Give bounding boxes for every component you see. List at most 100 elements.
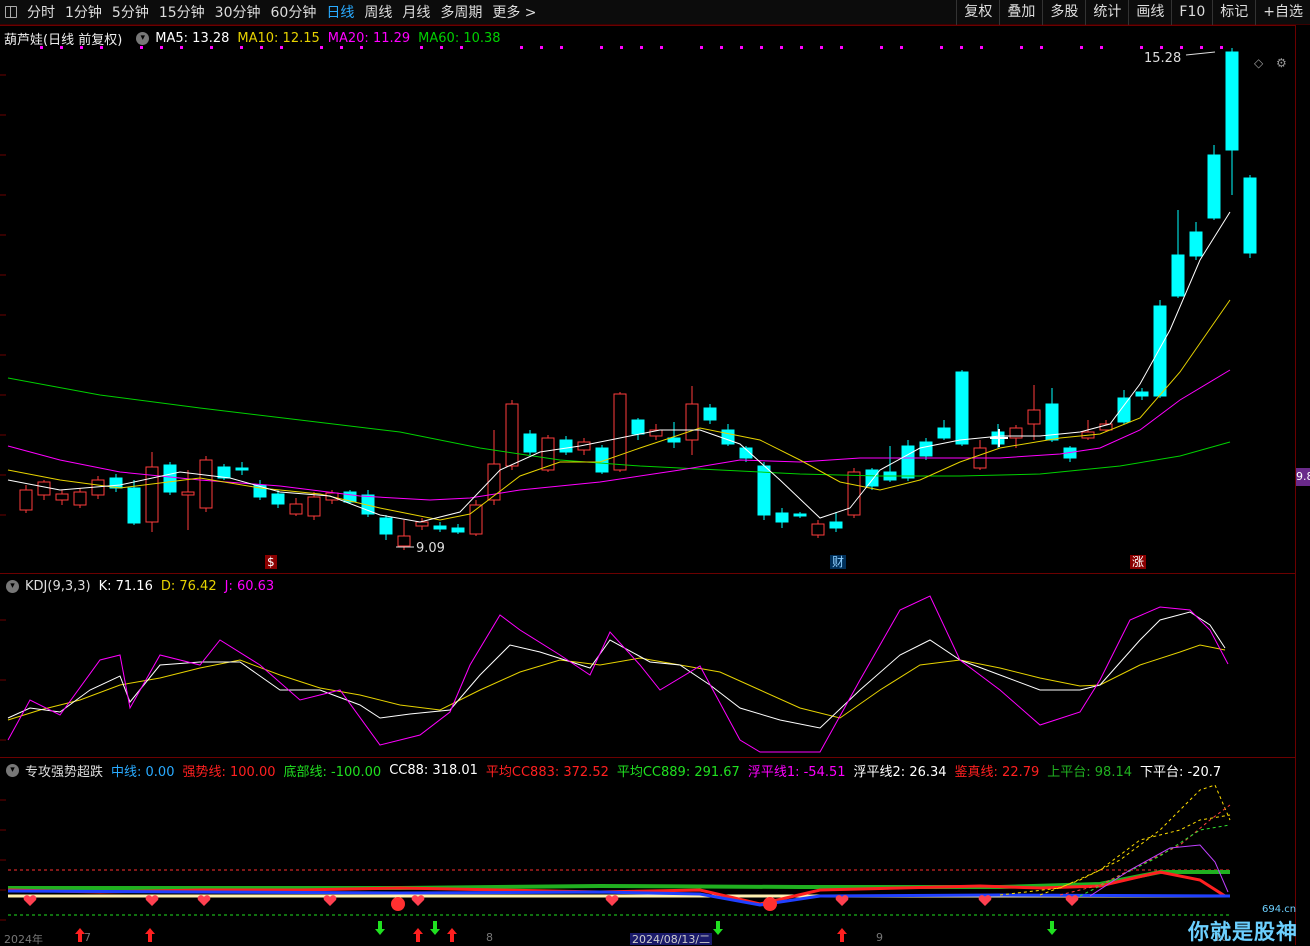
top-dot xyxy=(740,46,743,49)
event-marker-rise[interactable]: 涨 xyxy=(1130,555,1147,569)
top-dot xyxy=(1220,46,1223,49)
top-dot xyxy=(720,46,723,49)
candle-up xyxy=(37,481,51,496)
top-dot xyxy=(940,46,943,49)
candle-down xyxy=(1171,254,1185,297)
top-dot xyxy=(900,46,903,49)
top-dot xyxy=(800,46,803,49)
candle-up xyxy=(73,491,87,506)
candle-up xyxy=(505,403,519,467)
date-label: 2024年 xyxy=(4,933,43,945)
top-dot xyxy=(1180,46,1183,49)
candle-down xyxy=(937,427,951,439)
top-dot xyxy=(540,46,543,49)
green-band xyxy=(8,870,1230,890)
candle-down xyxy=(559,439,573,453)
kdj-legend: ▾ KDJ(9,3,3) K: 71.16 D: 76.42 J: 60.63 xyxy=(0,576,282,596)
candle-down xyxy=(667,437,681,443)
top-dot xyxy=(820,46,823,49)
candle-down xyxy=(829,521,843,529)
kdj-d-line xyxy=(7,644,1226,721)
candle-up xyxy=(181,491,195,496)
main-legend: 葫芦娃(日线 前复权) ▾ MA5: 13.28 MA10: 12.15 MA2… xyxy=(0,28,509,48)
candle-down xyxy=(1153,305,1167,397)
date-label: 7 xyxy=(84,933,91,944)
blue-line xyxy=(7,889,1231,907)
top-dot xyxy=(960,46,963,49)
candle-down xyxy=(901,445,915,479)
candle-down xyxy=(433,525,447,530)
top-dot xyxy=(880,46,883,49)
indicator-value-1: 强势线: 100.00 xyxy=(182,764,276,780)
top-dot xyxy=(640,46,643,49)
candle-up xyxy=(55,493,69,501)
candle-down xyxy=(163,464,177,493)
indicator-value-9: 上平台: 98.14 xyxy=(1047,764,1132,780)
candle-up xyxy=(613,393,627,471)
indicator-value-10: 下平台: -20.7 xyxy=(1140,764,1222,780)
candle-down xyxy=(1243,177,1257,254)
kdj-j-value: J: 60.63 xyxy=(224,578,275,594)
candle-up xyxy=(19,489,33,511)
candle-down xyxy=(451,527,465,533)
candle-down xyxy=(1225,51,1239,151)
candle-down xyxy=(235,467,249,471)
event-marker-finance[interactable]: 财 xyxy=(830,555,847,569)
candle-down xyxy=(1135,391,1149,397)
chart-canvas: 15.28 9.09 xyxy=(0,46,1257,942)
ma5-line xyxy=(7,211,1231,523)
candle-down xyxy=(631,419,645,435)
watermark-text: 你就是股神 xyxy=(1188,920,1298,944)
top-dot xyxy=(600,46,603,49)
high-pointer xyxy=(1185,51,1216,56)
kdj-k-value: K: 71.16 xyxy=(98,578,153,594)
watermark-logo: 694.cn 你就是股神 xyxy=(1174,904,1304,944)
chevron-down-icon[interactable]: ▾ xyxy=(6,763,19,777)
top-dot xyxy=(840,46,843,49)
candle-up xyxy=(811,523,825,536)
candle-down xyxy=(721,429,735,445)
candle-up xyxy=(685,403,699,441)
candle-down xyxy=(865,469,879,487)
ball-icon xyxy=(391,897,405,911)
indicator-value-6: 浮平线1: -54.51 xyxy=(747,764,846,780)
candle-down xyxy=(919,441,933,457)
top-dot xyxy=(700,46,703,49)
indicator-value-4: 平均CC883: 372.52 xyxy=(485,764,609,780)
candle-up xyxy=(199,459,213,509)
chevron-down-icon[interactable]: ▾ xyxy=(6,579,19,593)
top-dot xyxy=(560,46,563,49)
candle-down xyxy=(127,487,141,524)
candle-up xyxy=(307,496,321,517)
indicator-value-2: 底部线: -100.00 xyxy=(283,764,382,780)
top-dot xyxy=(980,46,983,49)
top-dot xyxy=(1080,46,1083,49)
top-dot xyxy=(520,46,523,49)
candle-down xyxy=(379,517,393,535)
date-label-selected: 2024/08/13/二 xyxy=(630,933,713,945)
ma60-value: MA60: 10.38 xyxy=(418,30,501,46)
top-dot xyxy=(660,46,663,49)
candle-up xyxy=(289,503,303,515)
indicator-value-7: 浮平线2: 26.34 xyxy=(853,764,947,780)
candle-down xyxy=(703,407,717,421)
chevron-down-icon[interactable]: ▾ xyxy=(136,31,150,45)
indicator-value-5: 平均CC889: 291.67 xyxy=(616,764,740,780)
ma5-value: MA5: 13.28 xyxy=(155,30,230,46)
top-dot xyxy=(1040,46,1043,49)
stock-title: 葫芦娃(日线 前复权) xyxy=(4,32,123,48)
indicator-title: 专攻强势超跌 xyxy=(25,764,104,780)
event-marker-dollar[interactable]: $ xyxy=(265,555,277,569)
date-label: 9 xyxy=(876,933,883,944)
ma10-value: MA10: 12.15 xyxy=(237,30,320,46)
indicator-value-3: CC88: 318.01 xyxy=(389,762,478,778)
top-dot xyxy=(1100,46,1103,49)
ma20-value: MA20: 11.29 xyxy=(327,30,411,46)
candle-up xyxy=(397,535,411,547)
candle-down xyxy=(955,371,969,445)
candle-down xyxy=(1207,154,1221,219)
high-price-label: 15.28 xyxy=(1144,51,1181,66)
candle-down xyxy=(775,512,789,523)
top-dot xyxy=(1200,46,1203,49)
low-price-label: 9.09 xyxy=(416,541,445,556)
